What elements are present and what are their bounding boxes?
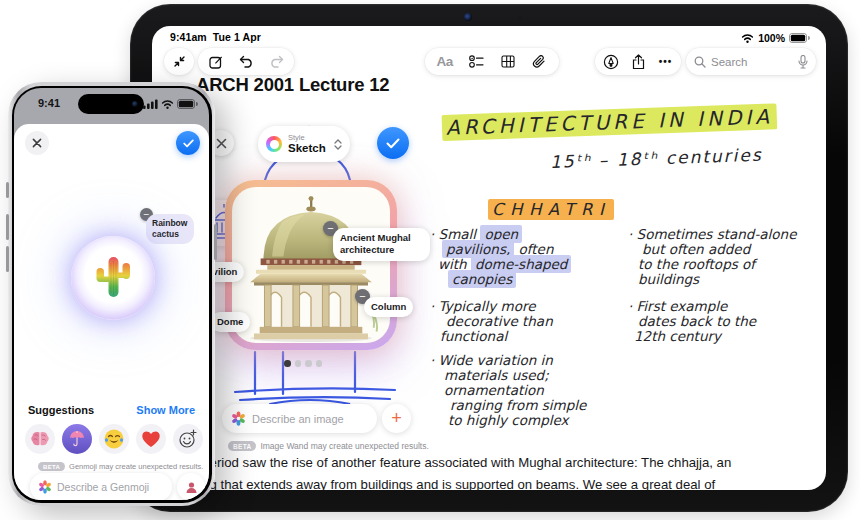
handwritten-line: decorative than (446, 313, 553, 329)
handwritten-line: · Typically more (430, 298, 535, 314)
signal-icon (143, 99, 158, 109)
wand-disclaimer: BETA Image Wand may create unexpected re… (228, 441, 429, 451)
genmoji-close-button[interactable] (25, 131, 49, 155)
iphone-screen: 9:41 − Rainbow cactus (14, 88, 209, 500)
dynamic-island (78, 94, 144, 114)
handwritten-line: ARCHITECTURE IN INDIA (442, 104, 778, 140)
umbrella-emoji[interactable] (62, 424, 92, 454)
style-selector[interactable]: Style Sketch (258, 126, 350, 162)
apple-intelligence-icon (38, 480, 52, 494)
note-paragraph-line: ning that extends away from buildings an… (192, 477, 715, 490)
iphone-status-time: 9:41 (38, 97, 60, 109)
volume-up-button (6, 214, 9, 240)
style-value: Sketch (288, 142, 326, 154)
laughing-crying-emoji[interactable] (99, 424, 129, 454)
handwritten-line: buildings (638, 271, 699, 287)
tag-column[interactable]: Column (364, 297, 413, 317)
handwritten-line: 15ᵗʰ – 18ᵗʰ centuries (550, 145, 763, 172)
handwritten-line: materials used; (444, 367, 549, 383)
power-button (214, 224, 217, 260)
tag-rainbow-cactus[interactable]: Rainbow cactus (146, 214, 194, 244)
genmoji-accept-button[interactable] (176, 131, 200, 155)
ipad-camera (464, 13, 472, 21)
handwritten-line: · Sometimes stand-alone (628, 226, 796, 242)
handwritten-line: CHHATRI (488, 200, 614, 219)
handwritten-line: to the rooftops of (638, 256, 755, 272)
handwritten-line: · Wide variation in (430, 352, 553, 368)
close-icon (216, 138, 227, 149)
handwritten-line: functional (440, 328, 507, 344)
ipad-device: 9:41am Tue 1 Apr 100% Aa ••• Search (130, 4, 848, 512)
describe-image-placeholder: Describe an image (252, 413, 344, 425)
genmoji-disclaimer: BETA Genmoji may create unexpected resul… (38, 462, 203, 471)
chevron-up-down-icon (334, 139, 342, 150)
checkmark-icon (386, 138, 400, 149)
generated-image (232, 187, 390, 343)
create-genmoji-icon[interactable] (173, 424, 203, 454)
iphone-status-right (143, 99, 198, 109)
describe-genmoji-input[interactable]: Describe a Genmoji (30, 473, 172, 500)
genmoji-preview (71, 236, 155, 320)
handwritten-line: ranging from simple (450, 397, 586, 413)
handwritten-line: 12th century (634, 328, 721, 344)
handwritten-line: but often added (642, 241, 750, 257)
beta-badge: BETA (38, 462, 65, 471)
handwritten-line: dates back to the (638, 313, 756, 329)
suggestions-row (25, 424, 203, 454)
beta-badge: BETA (228, 441, 256, 451)
wand-accept-button[interactable] (377, 127, 409, 159)
handwritten-line: ornamentation (444, 382, 544, 398)
describe-image-input[interactable]: Describe an image (222, 404, 377, 433)
describe-genmoji-placeholder: Describe a Genmoji (57, 481, 149, 493)
genmoji-sheet: − Rainbow cactus Suggestions Show More (14, 124, 209, 500)
suggestions-label: Suggestions (28, 404, 94, 416)
note-paragraph-line: s period saw the rise of another feature… (192, 455, 731, 470)
apple-intelligence-icon (231, 411, 246, 426)
wifi-icon (161, 99, 174, 109)
close-icon (32, 138, 42, 148)
handwritten-line: to highly complex (448, 412, 569, 428)
show-more-link[interactable]: Show More (136, 404, 195, 416)
battery-icon (177, 99, 198, 109)
action-button (6, 182, 9, 198)
handwritten-line: canopies (448, 271, 516, 287)
handwritten-line: · First example (628, 298, 727, 314)
volume-down-button (6, 246, 9, 272)
carousel-dots[interactable] (284, 360, 322, 367)
generated-image-frame[interactable] (225, 180, 397, 350)
tag-dome[interactable]: Dome (210, 312, 250, 332)
heart-emoji[interactable] (136, 424, 166, 454)
ipad-screen: 9:41am Tue 1 Apr 100% Aa ••• Search (152, 26, 826, 490)
rainbow-cactus-emoji (92, 254, 134, 302)
iphone-device: 9:41 − Rainbow cactus (8, 82, 215, 506)
person-icon (185, 481, 198, 494)
add-image-button[interactable]: + (382, 404, 411, 433)
style-icon (266, 136, 282, 152)
ipad-sensor (518, 16, 522, 20)
tag-mughal[interactable]: Ancient Mughal architecture (333, 228, 430, 261)
style-label: Style (288, 134, 326, 142)
brain-emoji[interactable] (25, 424, 55, 454)
checkmark-icon (183, 139, 194, 148)
